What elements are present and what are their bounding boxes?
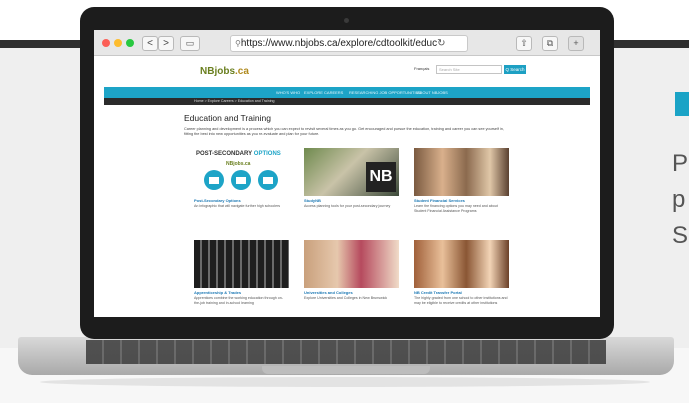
nb-logo-icon: NB <box>366 162 396 192</box>
promo-heading: POST-SECONDARY OPTIONS <box>196 151 281 157</box>
tabs-icon[interactable]: ⧉ <box>542 36 558 51</box>
card-description: The highly graded from one school to oth… <box>414 296 508 305</box>
breadcrumb[interactable]: Home > Explore Careers > Education and T… <box>194 98 275 105</box>
side-accent-block <box>675 92 689 116</box>
intro-text: Career planning and development is a pro… <box>184 127 504 136</box>
site-nav: WHO'S WHO EXPLORE CAREERS RESEARCHING JO… <box>104 87 590 98</box>
graduation-icon <box>231 170 251 190</box>
card-title[interactable]: Universities and Colleges <box>304 290 353 295</box>
browser-toolbar: < > ▭ ⚲https://www.nbjobs.ca/explore/cdt… <box>94 30 600 56</box>
school-icon <box>204 170 224 190</box>
sidebar-icon[interactable]: ▭ <box>180 36 200 51</box>
close-window-button[interactable] <box>102 39 110 47</box>
site-search-input[interactable]: Search Site <box>436 65 502 74</box>
card-title[interactable]: StudyNB <box>304 198 321 203</box>
side-text-3: S <box>672 222 689 249</box>
side-text-2: p <box>672 186 686 213</box>
card-description: Learn the financing options you may need… <box>414 204 498 213</box>
new-tab-icon[interactable]: + <box>568 36 584 51</box>
apprenticeship-photo <box>194 240 289 288</box>
share-icon[interactable]: ⇧ <box>516 36 532 51</box>
forward-button[interactable]: > <box>158 36 174 51</box>
nav-item-explore-careers[interactable]: EXPLORE CAREERS <box>304 87 343 98</box>
page-title: Education and Training <box>184 113 271 123</box>
address-bar[interactable]: ⚲https://www.nbjobs.ca/explore/cdtoolkit… <box>230 35 468 52</box>
studynb-photo: NB <box>304 148 399 196</box>
promo-logo: NBjobs.ca <box>226 161 251 167</box>
url-text: https://www.nbjobs.ca/explore/cdtoolkit/… <box>240 38 438 49</box>
site-logo[interactable]: NBjobs.ca <box>200 66 249 77</box>
laptop-shadow <box>40 377 650 387</box>
card-title[interactable]: Apprenticeship & Trades <box>194 290 241 295</box>
card-description: Explore Universities and Colleges in New… <box>304 296 388 300</box>
nav-item-researching-jobs[interactable]: RESEARCHING JOB OPPORTUNITIES <box>349 87 421 98</box>
minimize-window-button[interactable] <box>114 39 122 47</box>
breadcrumb-bar: Home > Explore Careers > Education and T… <box>104 98 590 105</box>
camera-icon <box>344 18 349 23</box>
credit-transfer-photo <box>414 240 509 288</box>
laptop-trackpad <box>262 366 430 374</box>
logo-text: NBjobs <box>200 66 235 77</box>
post-secondary-infographic: POST-SECONDARY OPTIONS NBjobs.ca <box>194 148 289 196</box>
card-description: Access planning tools for your post-seco… <box>304 204 391 208</box>
card-description: Apprentices combine the working educatio… <box>194 296 283 305</box>
laptop-screen: < > ▭ ⚲https://www.nbjobs.ca/explore/cdt… <box>94 30 600 317</box>
universities-photo <box>304 240 399 288</box>
students-photo <box>414 148 509 196</box>
logo-suffix: .ca <box>235 66 249 77</box>
nav-item-whos-who[interactable]: WHO'S WHO <box>276 87 300 98</box>
card-title[interactable]: NB Credit Transfer Portal <box>414 290 462 295</box>
language-link[interactable]: Français <box>414 66 429 71</box>
tools-icon <box>258 170 278 190</box>
maximize-window-button[interactable] <box>126 39 134 47</box>
card-description: An infographic that will navigate furthe… <box>194 204 281 208</box>
reload-icon[interactable]: ↻ <box>437 38 445 49</box>
laptop-keyboard <box>86 340 606 364</box>
site-search-button[interactable]: Q Search <box>504 65 526 74</box>
back-button[interactable]: < <box>142 36 158 51</box>
nav-item-about[interactable]: ABOUT NBJOBS <box>417 87 448 98</box>
card-title[interactable]: Post-Secondary Options <box>194 198 241 203</box>
side-text-1: P <box>672 150 689 177</box>
card-title[interactable]: Student Financial Services <box>414 198 465 203</box>
